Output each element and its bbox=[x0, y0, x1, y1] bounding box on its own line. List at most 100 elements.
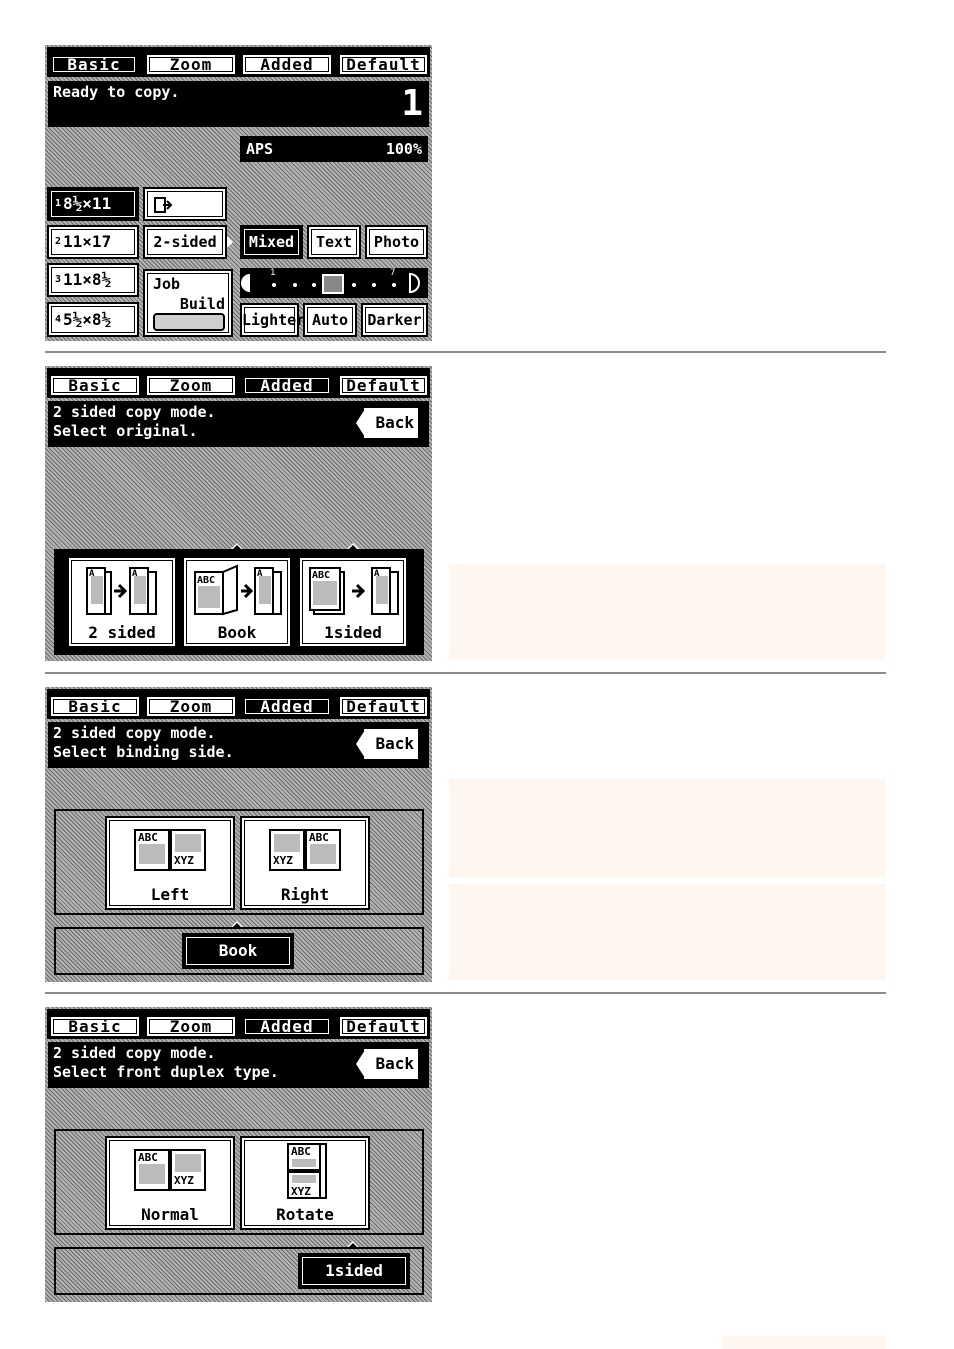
back-button[interactable]: Back bbox=[352, 406, 420, 440]
tab-bar: Basic Zoom Added Default bbox=[47, 368, 430, 398]
duplex-rotate-button[interactable]: ABC XYZ Rotate bbox=[240, 1136, 370, 1230]
paper-size-4[interactable]: 4 5½×8½ bbox=[47, 302, 139, 337]
tab-default[interactable]: Default bbox=[338, 374, 429, 397]
aps-label: APS bbox=[246, 140, 274, 158]
select-binding-screen: Basic Zoom Added Default 2 sided copy mo… bbox=[45, 687, 432, 982]
paper-size-3-number: 3 bbox=[55, 274, 62, 285]
original-1-sided-label: 1sided bbox=[324, 623, 382, 642]
paper-size-1-number: 1 bbox=[55, 198, 62, 209]
tab-default[interactable]: Default bbox=[338, 1015, 429, 1038]
original-1-sided-button[interactable]: ABC A 1sided bbox=[298, 556, 408, 648]
svg-text:ABC: ABC bbox=[138, 831, 158, 844]
paper-size-3[interactable]: 3 11×8½ bbox=[47, 263, 139, 297]
divider-2 bbox=[45, 672, 886, 674]
darker-button[interactable]: Darker bbox=[361, 303, 428, 337]
note-box bbox=[449, 779, 886, 877]
two-sided-to-two-sided-icon: A A bbox=[86, 567, 157, 615]
tab-basic[interactable]: Basic bbox=[49, 53, 139, 76]
two-sided-arrow-icon bbox=[227, 236, 233, 248]
tab-basic[interactable]: Basic bbox=[49, 695, 141, 718]
binding-right-button[interactable]: XYZ ABC Right bbox=[240, 816, 370, 910]
tab-zoom[interactable]: Zoom bbox=[145, 695, 237, 718]
tab-added[interactable]: Added bbox=[241, 695, 333, 718]
binding-left-button[interactable]: ABC XYZ Left bbox=[105, 816, 235, 910]
divider-1 bbox=[45, 351, 886, 353]
tab-basic[interactable]: Basic bbox=[49, 1015, 141, 1038]
svg-text:A: A bbox=[132, 569, 138, 579]
duplex-normal-label: Normal bbox=[141, 1205, 199, 1224]
tab-added[interactable]: Added bbox=[241, 374, 333, 397]
select-original-screen: Basic Zoom Added Default 2 sided copy mo… bbox=[45, 366, 432, 661]
original-2-sided-button[interactable]: A A 2 sided bbox=[67, 556, 177, 648]
lighter-button[interactable]: Lighter bbox=[240, 303, 305, 337]
note-box bbox=[449, 564, 886, 659]
svg-text:XYZ: XYZ bbox=[273, 854, 293, 867]
tab-bar: Basic Zoom Added Default bbox=[47, 47, 430, 77]
tab-default[interactable]: Default bbox=[338, 53, 429, 76]
svg-text:XYZ: XYZ bbox=[174, 1174, 194, 1187]
status-message: Ready to copy. bbox=[53, 83, 180, 101]
selected-original-book: Book bbox=[182, 933, 294, 969]
job-build-label-2: Build bbox=[179, 295, 225, 313]
left-binding-icon: ABC XYZ bbox=[134, 829, 206, 871]
paper-size-4-label: 5½×8½ bbox=[63, 310, 112, 329]
job-build-toggle bbox=[153, 313, 225, 331]
svg-text:A: A bbox=[257, 569, 263, 579]
rotate-duplex-icon: ABC XYZ bbox=[287, 1143, 327, 1199]
note-box bbox=[722, 1336, 886, 1349]
auto-density-button[interactable]: Auto bbox=[303, 303, 357, 337]
paper-size-2-number: 2 bbox=[55, 236, 62, 247]
back-button[interactable]: Back bbox=[352, 727, 420, 761]
original-2-sided-label: 2 sided bbox=[88, 623, 156, 642]
job-build-label-1: Job bbox=[153, 275, 181, 293]
paper-size-2-label: 11×17 bbox=[63, 232, 112, 251]
duplex-rotate-label: Rotate bbox=[276, 1205, 334, 1224]
mode-photo[interactable]: Photo bbox=[365, 225, 428, 259]
density-scale-icon bbox=[241, 272, 420, 294]
status-bar: Ready to copy. 1 bbox=[48, 81, 429, 127]
svg-text:XYZ: XYZ bbox=[174, 854, 194, 867]
tab-added[interactable]: Added bbox=[241, 53, 333, 76]
output-tray-icon bbox=[154, 197, 173, 213]
tab-added[interactable]: Added bbox=[241, 1015, 333, 1038]
tab-zoom[interactable]: Zoom bbox=[145, 1015, 237, 1038]
svg-text:ABC: ABC bbox=[291, 1145, 311, 1158]
paper-size-1[interactable]: 1 8½×11 bbox=[47, 187, 139, 221]
density-scale[interactable]: 1 7 bbox=[240, 268, 428, 298]
tab-zoom[interactable]: Zoom bbox=[145, 53, 237, 76]
svg-text:ABC: ABC bbox=[312, 570, 330, 581]
output-tray-button[interactable] bbox=[143, 187, 227, 221]
selected-original-1-sided: 1sided bbox=[298, 1253, 410, 1289]
duplex-normal-button[interactable]: ABC XYZ Normal bbox=[105, 1136, 235, 1230]
svg-text:ABC: ABC bbox=[138, 1151, 158, 1164]
svg-text:ABC: ABC bbox=[197, 575, 215, 586]
svg-text:A: A bbox=[89, 569, 95, 579]
right-binding-icon: XYZ ABC bbox=[269, 829, 341, 871]
select-duplex-type-screen: Basic Zoom Added Default 2 sided copy mo… bbox=[45, 1007, 432, 1302]
paper-size-3-label: 11×8½ bbox=[63, 270, 112, 289]
original-book-button[interactable]: ABC A Book bbox=[182, 556, 292, 648]
mode-text[interactable]: Text bbox=[307, 225, 361, 259]
two-sided-button[interactable]: 2-sided bbox=[143, 225, 227, 259]
density-tick-max: 7 bbox=[390, 268, 396, 278]
svg-text:A: A bbox=[374, 569, 380, 579]
divider-3 bbox=[45, 992, 886, 994]
tab-default[interactable]: Default bbox=[338, 695, 429, 718]
tab-bar: Basic Zoom Added Default bbox=[47, 689, 430, 719]
mode-mixed[interactable]: Mixed bbox=[240, 225, 303, 259]
job-build-button[interactable]: Job Build bbox=[143, 269, 233, 337]
paper-size-4-number: 4 bbox=[55, 314, 62, 325]
note-box bbox=[449, 884, 886, 980]
aps-bar: APS 100% bbox=[240, 136, 428, 162]
density-tick-min: 1 bbox=[270, 268, 276, 278]
svg-text:ABC: ABC bbox=[309, 831, 329, 844]
tab-zoom[interactable]: Zoom bbox=[145, 374, 237, 397]
paper-size-2[interactable]: 2 11×17 bbox=[47, 225, 139, 259]
copy-count: 1 bbox=[401, 83, 423, 124]
one-sided-to-two-sided-icon: ABC A bbox=[309, 567, 399, 615]
tab-basic[interactable]: Basic bbox=[49, 374, 141, 397]
binding-right-label: Right bbox=[280, 885, 330, 904]
back-button[interactable]: Back bbox=[352, 1047, 420, 1081]
normal-duplex-icon: ABC XYZ bbox=[134, 1149, 206, 1191]
paper-size-1-label: 8½×11 bbox=[63, 194, 112, 213]
